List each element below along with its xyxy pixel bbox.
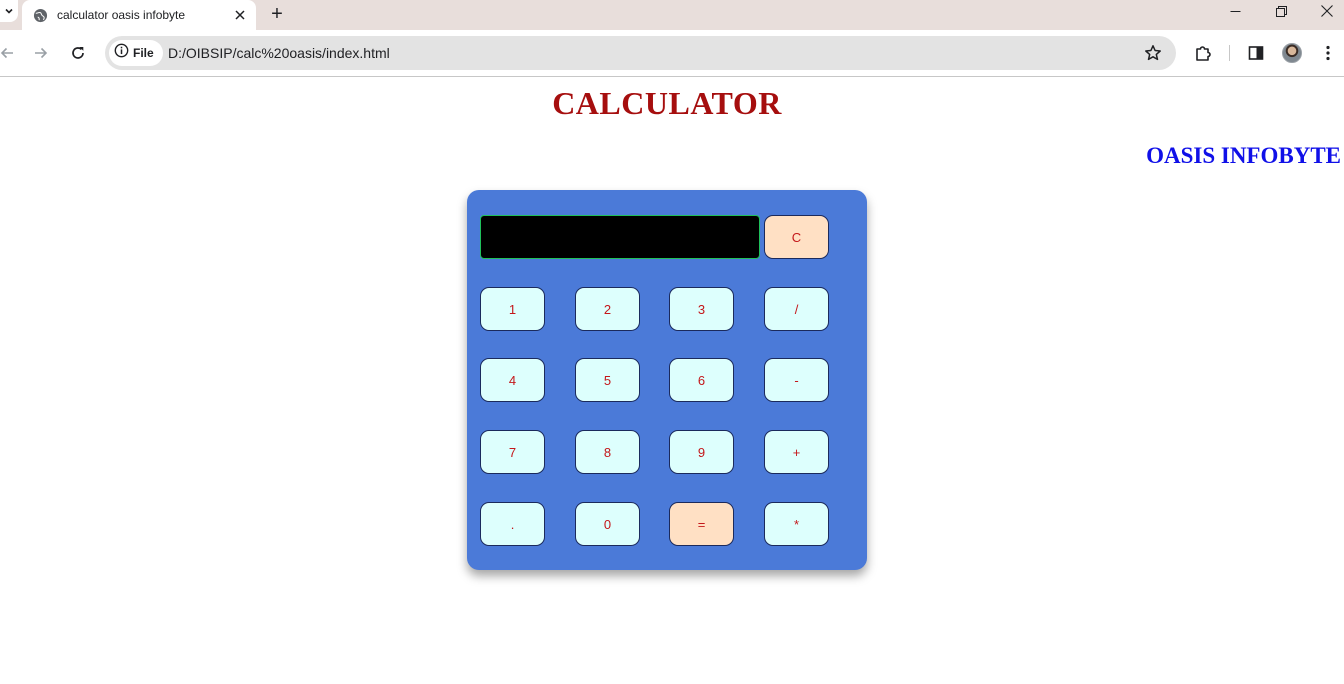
tab-strip: calculator oasis infobyte +: [0, 0, 1344, 30]
reload-icon[interactable]: [66, 41, 90, 65]
key-7[interactable]: 7: [480, 430, 545, 474]
toolbar-divider: [1229, 45, 1230, 61]
site-info-chip[interactable]: File: [109, 40, 163, 66]
site-chip-label: File: [133, 46, 154, 60]
menu-dots-icon[interactable]: [1316, 41, 1340, 65]
key-5[interactable]: 5: [575, 358, 640, 402]
page-content: CALCULATOR OASIS INFOBYTE C 1 2 3 / 4 5 …: [0, 77, 1344, 684]
key-divide[interactable]: /: [764, 287, 829, 331]
key-minus[interactable]: -: [764, 358, 829, 402]
key-4[interactable]: 4: [480, 358, 545, 402]
extensions-puzzle-icon[interactable]: [1191, 41, 1215, 65]
key-1[interactable]: 1: [480, 287, 545, 331]
key-8[interactable]: 8: [575, 430, 640, 474]
close-window-icon[interactable]: [1304, 0, 1344, 22]
forward-arrow-icon[interactable]: [29, 41, 53, 65]
url-text[interactable]: D:/OIBSIP/calc%20oasis/index.html: [168, 45, 390, 61]
key-equals[interactable]: =: [669, 502, 734, 546]
restore-icon[interactable]: [1258, 0, 1304, 22]
key-9[interactable]: 9: [669, 430, 734, 474]
key-3[interactable]: 3: [669, 287, 734, 331]
key-0[interactable]: 0: [575, 502, 640, 546]
side-panel-icon[interactable]: [1244, 41, 1268, 65]
clear-button[interactable]: C: [764, 215, 829, 259]
tab-title: calculator oasis infobyte: [57, 8, 186, 22]
back-arrow-icon[interactable]: [0, 41, 19, 65]
calculator: C 1 2 3 / 4 5 6 - 7 8 9 + . 0 = *: [467, 190, 867, 570]
browser-tab[interactable]: calculator oasis infobyte: [22, 0, 256, 30]
close-tab-icon[interactable]: [232, 7, 248, 23]
key-multiply[interactable]: *: [764, 502, 829, 546]
tab-search-chevron-icon[interactable]: [0, 0, 18, 22]
info-icon: [114, 43, 129, 63]
bookmark-star-icon[interactable]: [1144, 44, 1162, 62]
page-title-text: CALCULATOR: [552, 85, 782, 121]
brand-heading: OASIS INFOBYTE: [1146, 143, 1341, 168]
calculator-display[interactable]: [480, 215, 760, 259]
profile-avatar[interactable]: [1282, 43, 1302, 63]
page-title: CALCULATOR: [0, 85, 1344, 122]
address-bar[interactable]: File D:/OIBSIP/calc%20oasis/index.html: [105, 36, 1176, 70]
globe-icon: [32, 7, 48, 23]
browser-toolbar: File D:/OIBSIP/calc%20oasis/index.html: [0, 30, 1344, 77]
minimize-icon[interactable]: [1212, 0, 1258, 22]
new-tab-button[interactable]: +: [266, 3, 288, 25]
key-2[interactable]: 2: [575, 287, 640, 331]
key-plus[interactable]: +: [764, 430, 829, 474]
key-6[interactable]: 6: [669, 358, 734, 402]
key-decimal[interactable]: .: [480, 502, 545, 546]
